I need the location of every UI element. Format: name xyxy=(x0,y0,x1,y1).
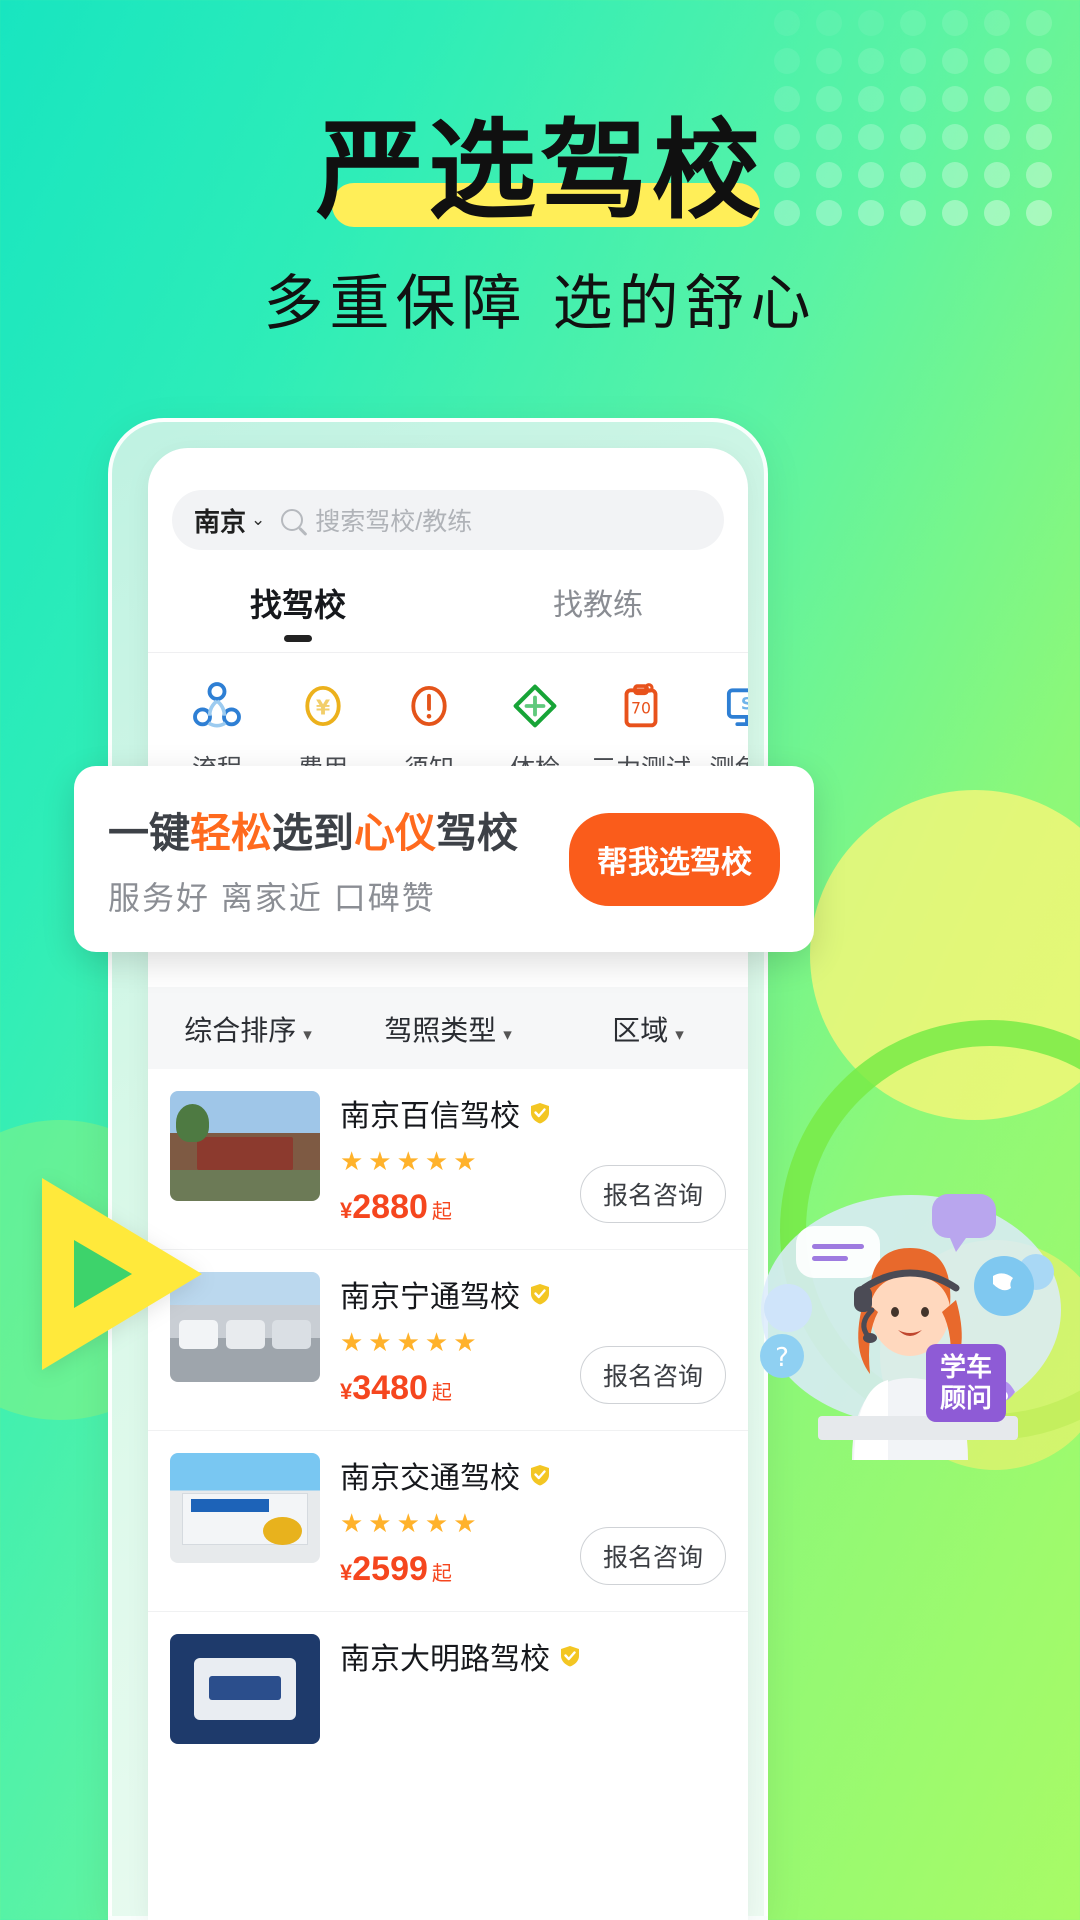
hero-subtitle: 多重保障 选的舒心 xyxy=(263,268,817,339)
school-name-row: 南京大明路驾校 xyxy=(340,1634,726,1678)
school-name-row: 南京宁通驾校 xyxy=(340,1272,726,1316)
phone-screen: 南京 ⌄ 搜索驾校/教练 找驾校 找教练 流 xyxy=(148,448,748,1920)
promo-text-block: 一键轻松选到心仪驾校 服务好 离家近 口碑赞 xyxy=(108,799,569,919)
filter-region[interactable]: 区域 ▾ xyxy=(548,1009,748,1049)
verified-badge-icon xyxy=(561,1646,579,1667)
svg-text:70: 70 xyxy=(631,698,651,717)
verified-badge-icon xyxy=(531,1465,549,1486)
promo-title-part: 一键 xyxy=(108,809,190,857)
hero-title-wrap: 严选驾校 xyxy=(315,109,764,234)
price-value: 2599 xyxy=(352,1550,428,1588)
promo-title: 一键轻松选到心仪驾校 xyxy=(108,799,569,859)
enroll-consult-button[interactable]: 报名咨询 xyxy=(579,1165,726,1223)
consultant-artwork: ? xyxy=(760,1194,1061,1460)
school-thumbnail xyxy=(170,1634,320,1744)
color-test-icon: S xyxy=(694,675,748,737)
help-me-choose-button[interactable]: 帮我选驾校 xyxy=(569,812,780,906)
enroll-consult-button[interactable]: 报名咨询 xyxy=(579,1346,726,1404)
play-triangle-decoration xyxy=(42,1178,202,1370)
filter-license-type-label: 驾照类型 xyxy=(384,1015,497,1046)
verified-badge-icon xyxy=(531,1103,549,1124)
search-input-placeholder[interactable]: 搜索驾校/教练 xyxy=(315,502,472,538)
tab-find-coach[interactable]: 找教练 xyxy=(448,580,748,626)
tab-find-school[interactable]: 找驾校 xyxy=(148,580,448,626)
table-row[interactable]: 南京宁通驾校 ★★★★★ ¥3480 起 报名咨询 xyxy=(148,1250,748,1431)
chevron-down-icon: ▾ xyxy=(503,1025,512,1044)
promo-title-part: 选到 xyxy=(272,809,354,857)
enroll-consult-button[interactable]: 报名咨询 xyxy=(579,1527,726,1585)
school-thumbnail xyxy=(170,1453,320,1563)
yen-coin-icon: ¥ xyxy=(270,675,376,737)
search-icon xyxy=(281,509,304,531)
svg-text:?: ? xyxy=(775,1343,789,1373)
price-value: 3480 xyxy=(352,1369,428,1407)
tab-find-school-label: 找驾校 xyxy=(249,587,346,623)
currency-symbol: ¥ xyxy=(340,1198,353,1223)
process-icon xyxy=(164,675,270,737)
currency-symbol: ¥ xyxy=(340,1560,353,1585)
consultant-badge: 学车 顾问 xyxy=(925,1343,1006,1422)
school-name: 南京百信驾校 xyxy=(340,1100,520,1133)
svg-text:¥: ¥ xyxy=(316,695,331,719)
hero-headline: 严选驾校 多重保障 选的舒心 xyxy=(0,109,1080,342)
promo-title-accent: 轻松 xyxy=(190,809,272,857)
tab-find-coach-label: 找教练 xyxy=(553,589,643,622)
price-suffix: 起 xyxy=(431,1201,452,1223)
consultant-illustration: ? 学车 顾问 xyxy=(736,1160,1066,1460)
price-suffix: 起 xyxy=(431,1382,452,1404)
medical-cross-icon xyxy=(482,675,588,737)
table-row[interactable]: 南京大明路驾校 xyxy=(148,1612,748,1766)
filter-sort-label: 综合排序 xyxy=(184,1015,297,1046)
main-tabs: 找驾校 找教练 xyxy=(148,580,748,626)
verified-badge-icon xyxy=(531,1284,549,1305)
consultant-badge-line2: 顾问 xyxy=(939,1382,992,1413)
filter-sort[interactable]: 综合排序 ▾ xyxy=(148,1009,348,1049)
svg-text:S: S xyxy=(741,694,748,714)
promo-card[interactable]: 一键轻松选到心仪驾校 服务好 离家近 口碑赞 帮我选驾校 xyxy=(74,766,814,952)
filter-license-type[interactable]: 驾照类型 ▾ xyxy=(348,1009,548,1049)
school-name: 南京交通驾校 xyxy=(340,1462,520,1495)
price-suffix: 起 xyxy=(431,1563,452,1585)
currency-symbol: ¥ xyxy=(340,1379,353,1404)
consultant-badge-line1: 学车 xyxy=(939,1351,992,1382)
filter-bar: 综合排序 ▾ 驾照类型 ▾ 区域 ▾ xyxy=(148,987,748,1069)
chevron-down-icon[interactable]: ⌄ xyxy=(251,510,265,530)
promo-subtitle: 服务好 离家近 口碑赞 xyxy=(108,880,436,916)
table-row[interactable]: 南京交通驾校 ★★★★★ ¥2599 起 报名咨询 xyxy=(148,1431,748,1612)
search-bar[interactable]: 南京 ⌄ 搜索驾校/教练 xyxy=(172,490,724,550)
clipboard-70-icon: 70 xyxy=(588,675,694,737)
city-selector-label[interactable]: 南京 xyxy=(194,502,246,539)
table-row[interactable]: 南京百信驾校 ★★★★★ ¥2880 起 报名咨询 xyxy=(148,1069,748,1250)
price-value: 2880 xyxy=(352,1188,428,1226)
school-name-row: 南京交通驾校 xyxy=(340,1453,726,1497)
hero-title: 严选驾校 xyxy=(315,109,764,234)
school-name: 南京宁通驾校 xyxy=(340,1281,520,1314)
promo-title-accent: 心仪 xyxy=(354,809,436,857)
filter-region-label: 区域 xyxy=(612,1015,669,1046)
exclamation-icon xyxy=(376,675,482,737)
promo-title-part: 驾校 xyxy=(436,809,518,857)
chevron-down-icon: ▾ xyxy=(675,1025,684,1044)
school-info: 南京大明路驾校 xyxy=(340,1634,726,1744)
school-name: 南京大明路驾校 xyxy=(340,1643,550,1676)
school-name-row: 南京百信驾校 xyxy=(340,1091,726,1135)
school-list: 南京百信驾校 ★★★★★ ¥2880 起 报名咨询 南京宁通驾校 ★★★★★ ¥… xyxy=(148,1069,748,1766)
chevron-down-icon: ▾ xyxy=(303,1025,312,1044)
